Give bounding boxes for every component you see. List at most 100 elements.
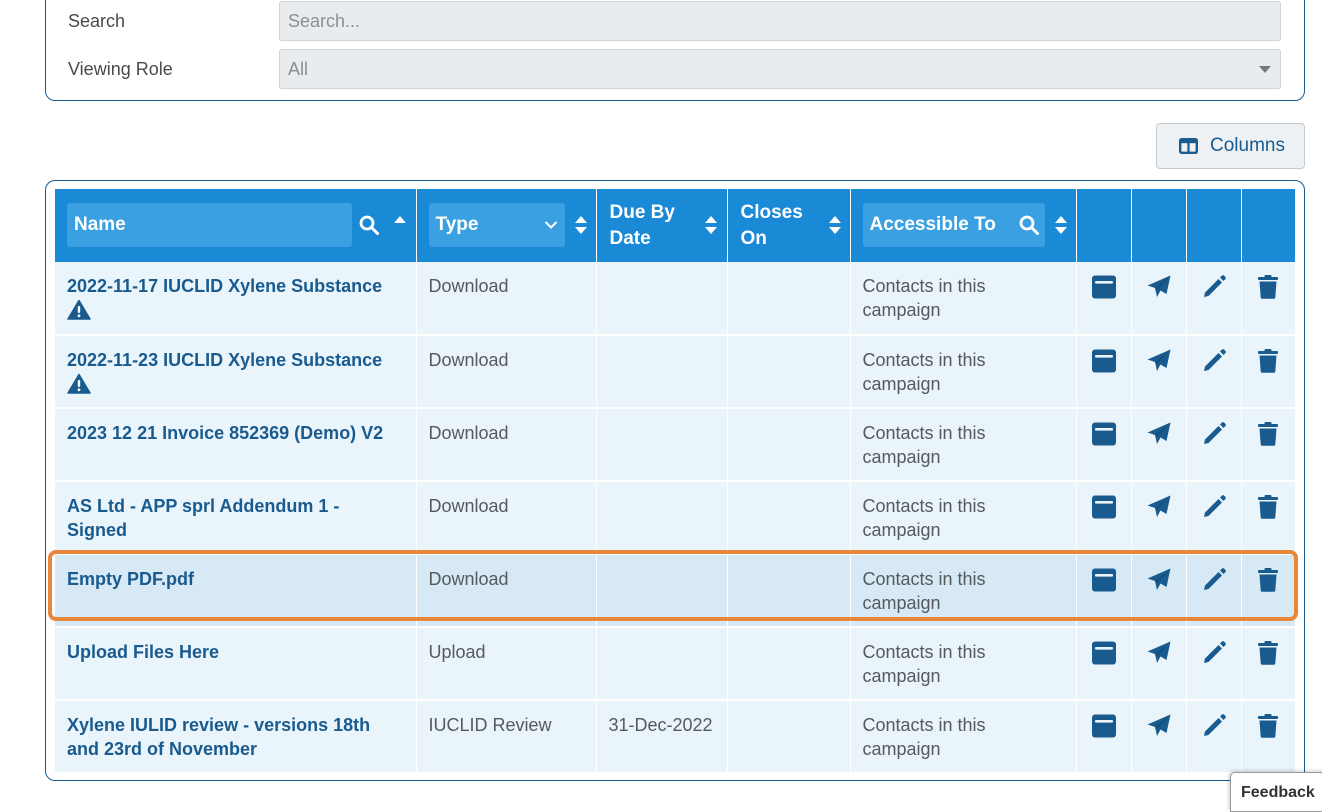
send-icon[interactable] xyxy=(1146,567,1172,593)
cell-name: Xylene IULID review - versions 18th and … xyxy=(55,700,417,774)
cell-accessible-to: Contacts in this campaign xyxy=(850,335,1077,409)
archive-icon[interactable] xyxy=(1091,713,1117,739)
cell-type: Download xyxy=(416,554,597,628)
header-accessible-to[interactable]: Accessible To xyxy=(850,189,1077,262)
table-header-row: Name Type Due By Date Closes On Accessib… xyxy=(55,189,1295,262)
sort-icon[interactable] xyxy=(1054,216,1067,236)
cell-name: 2022-11-17 IUCLID Xylene Substance xyxy=(55,262,417,336)
cell-closes-on xyxy=(727,335,851,409)
trash-icon[interactable] xyxy=(1255,713,1281,739)
cell-action-send xyxy=(1131,700,1187,774)
send-icon[interactable] xyxy=(1146,494,1172,520)
cell-closes-on xyxy=(727,262,851,336)
name-filter-box[interactable]: Name xyxy=(67,203,352,247)
header-type[interactable]: Type xyxy=(416,189,597,262)
header-accessible-label: Accessible To xyxy=(869,214,996,235)
document-name-link[interactable]: 2023 12 21 Invoice 852369 (Demo) V2 xyxy=(67,423,383,443)
table-row[interactable]: Xylene IULID review - versions 18th and … xyxy=(55,700,1295,774)
cell-action-archive xyxy=(1076,700,1132,774)
chevron-down-icon[interactable] xyxy=(544,220,558,230)
archive-icon[interactable] xyxy=(1091,274,1117,300)
send-icon[interactable] xyxy=(1146,274,1172,300)
cell-action-archive xyxy=(1076,262,1132,336)
document-name-link[interactable]: AS Ltd - APP sprl Addendum 1 - Signed xyxy=(67,496,339,540)
trash-icon[interactable] xyxy=(1255,567,1281,593)
cell-action-archive xyxy=(1076,627,1132,701)
trash-icon[interactable] xyxy=(1255,421,1281,447)
cell-closes-on xyxy=(727,408,851,482)
edit-icon[interactable] xyxy=(1201,348,1227,374)
send-icon[interactable] xyxy=(1146,421,1172,447)
archive-icon[interactable] xyxy=(1091,348,1117,374)
edit-icon[interactable] xyxy=(1201,567,1227,593)
cell-due-date xyxy=(596,262,728,336)
table-row[interactable]: Empty PDF.pdf Download Contacts in this … xyxy=(55,554,1295,628)
sort-icon[interactable] xyxy=(704,216,717,236)
send-icon[interactable] xyxy=(1146,640,1172,666)
trash-icon[interactable] xyxy=(1255,494,1281,520)
document-name-link[interactable]: 2022-11-23 IUCLID Xylene Substance xyxy=(67,350,382,370)
archive-icon[interactable] xyxy=(1091,494,1117,520)
header-closes-on[interactable]: Closes On xyxy=(727,189,851,262)
archive-icon[interactable] xyxy=(1091,567,1117,593)
cell-action-send xyxy=(1131,262,1187,336)
table-row[interactable]: 2022-11-23 IUCLID Xylene Substance Downl… xyxy=(55,335,1295,409)
document-name-link[interactable]: Upload Files Here xyxy=(67,642,219,662)
documents-table-container: Name Type Due By Date Closes On Accessib… xyxy=(45,180,1305,781)
cell-name: 2022-11-23 IUCLID Xylene Substance xyxy=(55,335,417,409)
search-input[interactable]: Search... xyxy=(279,1,1281,41)
edit-icon[interactable] xyxy=(1201,421,1227,447)
table-row[interactable]: 2022-11-17 IUCLID Xylene Substance Downl… xyxy=(55,262,1295,336)
document-name-link[interactable]: Empty PDF.pdf xyxy=(67,569,194,589)
document-name-link[interactable]: Xylene IULID review - versions 18th and … xyxy=(67,715,370,759)
cell-action-edit xyxy=(1186,627,1242,701)
send-icon[interactable] xyxy=(1146,348,1172,374)
sort-icon[interactable] xyxy=(828,216,841,236)
cell-action-edit xyxy=(1186,700,1242,774)
edit-icon[interactable] xyxy=(1201,494,1227,520)
archive-icon[interactable] xyxy=(1091,640,1117,666)
cell-accessible-to: Contacts in this campaign xyxy=(850,481,1077,555)
archive-icon[interactable] xyxy=(1091,421,1117,447)
documents-table: Name Type Due By Date Closes On Accessib… xyxy=(55,189,1295,774)
cell-action-edit xyxy=(1186,481,1242,555)
header-action-delete xyxy=(1241,189,1295,262)
cell-action-edit xyxy=(1186,335,1242,409)
cell-action-delete xyxy=(1241,262,1295,336)
columns-button[interactable]: Columns xyxy=(1156,123,1305,169)
search-icon[interactable] xyxy=(359,215,379,235)
cell-type: Download xyxy=(416,335,597,409)
viewing-role-value: All xyxy=(288,59,309,79)
edit-icon[interactable] xyxy=(1201,640,1227,666)
sort-ascending-icon[interactable] xyxy=(394,216,406,236)
header-name[interactable]: Name xyxy=(55,189,417,262)
trash-icon[interactable] xyxy=(1255,348,1281,374)
cell-due-date: 31-Dec-2022 xyxy=(596,700,728,774)
document-name-link[interactable]: 2022-11-17 IUCLID Xylene Substance xyxy=(67,276,382,296)
viewing-role-select[interactable]: All xyxy=(279,49,1281,89)
header-name-label: Name xyxy=(74,214,126,235)
trash-icon[interactable] xyxy=(1255,640,1281,666)
cell-action-delete xyxy=(1241,627,1295,701)
accessible-filter-box[interactable]: Accessible To xyxy=(862,203,1045,247)
table-row[interactable]: Upload Files Here Upload Contacts in thi… xyxy=(55,627,1295,701)
trash-icon[interactable] xyxy=(1255,274,1281,300)
caret-down-icon xyxy=(1259,66,1271,73)
table-row[interactable]: 2023 12 21 Invoice 852369 (Demo) V2 Down… xyxy=(55,408,1295,482)
edit-icon[interactable] xyxy=(1201,274,1227,300)
cell-action-send xyxy=(1131,335,1187,409)
cell-action-send xyxy=(1131,481,1187,555)
header-due-by-date[interactable]: Due By Date xyxy=(596,189,728,262)
table-row[interactable]: AS Ltd - APP sprl Addendum 1 - Signed Do… xyxy=(55,481,1295,555)
cell-accessible-to: Contacts in this campaign xyxy=(850,408,1077,482)
feedback-tab[interactable]: Feedback xyxy=(1230,772,1322,812)
edit-icon[interactable] xyxy=(1201,713,1227,739)
search-icon[interactable] xyxy=(1019,215,1039,235)
cell-due-date xyxy=(596,554,728,628)
cell-closes-on xyxy=(727,700,851,774)
search-label: Search xyxy=(68,11,126,31)
cell-name: Upload Files Here xyxy=(55,627,417,701)
columns-label: Columns xyxy=(1210,135,1285,156)
send-icon[interactable] xyxy=(1146,713,1172,739)
sort-icon[interactable] xyxy=(574,216,587,236)
